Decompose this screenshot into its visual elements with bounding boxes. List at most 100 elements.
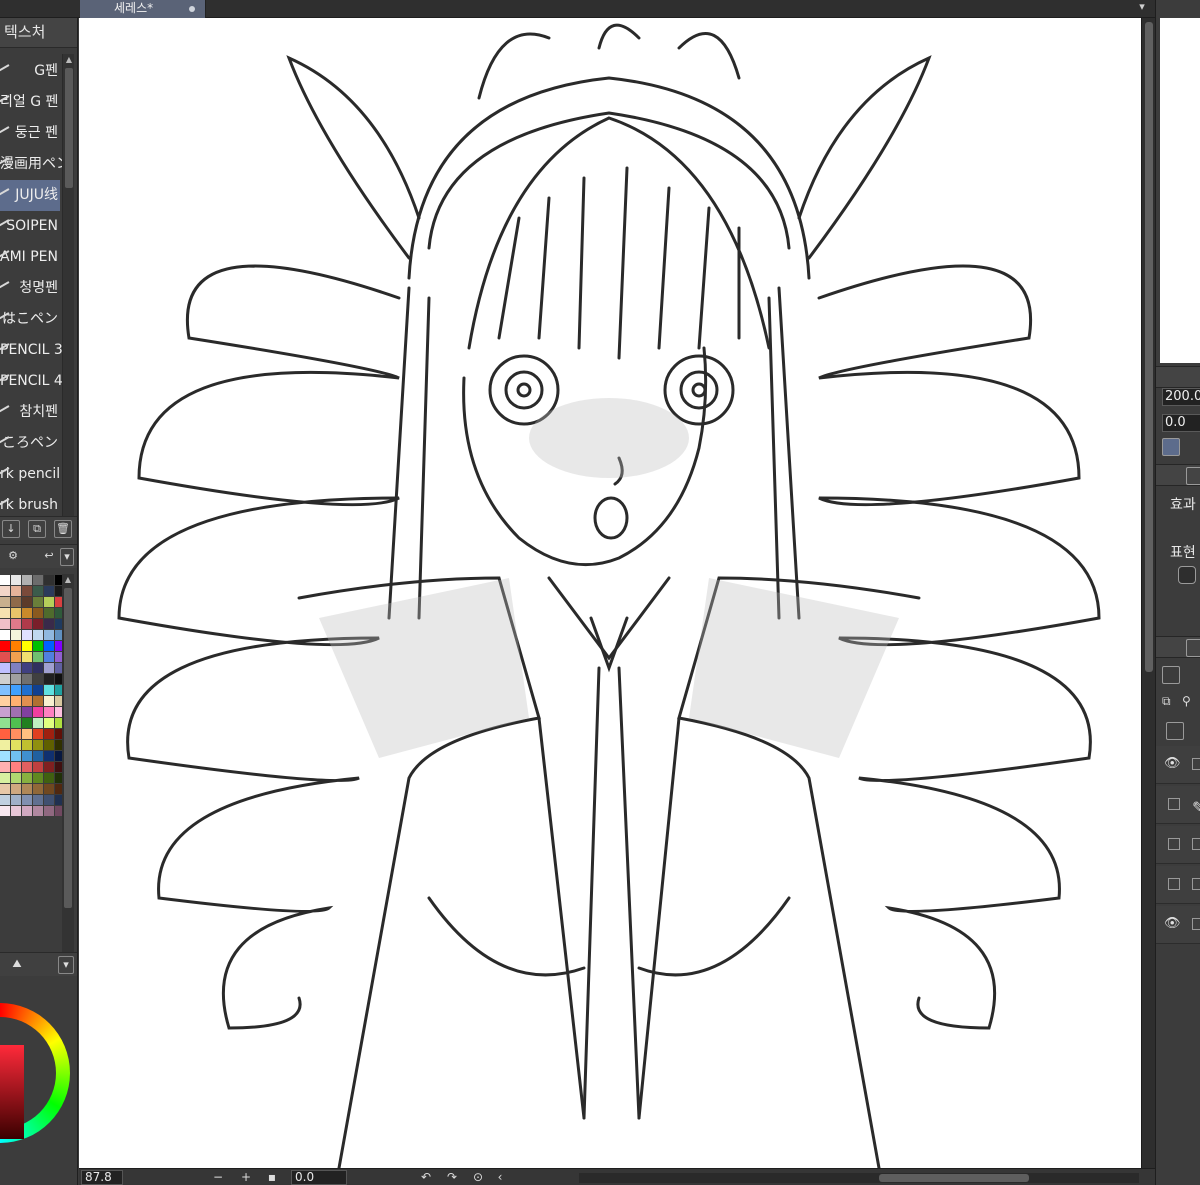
scrollbar-thumb[interactable] [65, 68, 73, 188]
eyedropper-icon[interactable] [1162, 438, 1180, 456]
palette-swatch[interactable] [44, 575, 54, 585]
brush-item[interactable]: PENCIL 3 [0, 335, 63, 366]
palette-swatch[interactable] [0, 652, 10, 662]
eye-icon[interactable]: 👁 [1164, 916, 1181, 932]
navigator-preview[interactable] [1160, 18, 1200, 363]
rotate-right-icon[interactable]: ↷ [445, 1169, 459, 1185]
palette-swatch[interactable] [11, 619, 21, 629]
palette-swatch[interactable] [33, 597, 43, 607]
brush-item[interactable]: 참치펜 [0, 397, 60, 428]
palette-swatch[interactable] [55, 696, 62, 706]
palette-swatch[interactable] [0, 784, 10, 794]
palette-swatch[interactable] [11, 795, 21, 805]
palette-swatch[interactable] [44, 630, 54, 640]
palette-swatch[interactable] [44, 674, 54, 684]
palette-swatch[interactable] [0, 751, 10, 761]
palette-swatch[interactable] [0, 707, 10, 717]
palette-swatch[interactable] [44, 718, 54, 728]
palette-swatch[interactable] [33, 707, 43, 717]
palette-swatch[interactable] [55, 630, 62, 640]
brush-item[interactable]: rk pencil [0, 459, 60, 490]
zoom-out-button[interactable]: − [211, 1169, 225, 1185]
palette-swatch[interactable] [11, 707, 21, 717]
palette-swatch[interactable] [44, 608, 54, 618]
palette-swatch[interactable] [33, 652, 43, 662]
layer-visibility-checkbox[interactable] [1168, 878, 1180, 890]
eyedropper-icon[interactable]: ↩ [40, 548, 58, 566]
palette-swatch[interactable] [55, 663, 62, 673]
scroll-left-icon[interactable]: ‹ [493, 1169, 507, 1185]
palette-swatch[interactable] [11, 652, 21, 662]
palette-swatch[interactable] [0, 773, 10, 783]
palette-swatch[interactable] [55, 575, 62, 585]
palette-swatch[interactable] [22, 674, 32, 684]
palette-swatch[interactable] [0, 729, 10, 739]
delete-subtool-icon[interactable]: 🗑 [54, 520, 72, 538]
palette-swatch[interactable] [11, 608, 21, 618]
palette-swatch[interactable] [0, 619, 10, 629]
palette-swatch[interactable] [22, 696, 32, 706]
palette-swatch[interactable] [44, 696, 54, 706]
palette-swatch[interactable] [0, 762, 10, 772]
palette-swatch[interactable] [44, 652, 54, 662]
palette-swatch[interactable] [55, 795, 62, 805]
new-layer-icon[interactable] [1166, 722, 1184, 740]
palette-swatch[interactable] [22, 762, 32, 772]
palette-swatch[interactable] [44, 729, 54, 739]
expression-color-button[interactable] [1178, 566, 1196, 584]
brush-size-field[interactable]: 200.0 [1162, 388, 1200, 406]
palette-swatch[interactable] [22, 608, 32, 618]
rotate-left-icon[interactable]: ↶ [419, 1169, 433, 1185]
color-palette[interactable] [0, 574, 62, 954]
palette-swatch[interactable] [55, 773, 62, 783]
palette-swatch[interactable] [11, 751, 21, 761]
palette-swatch[interactable] [11, 641, 21, 651]
palette-swatch[interactable] [11, 806, 21, 816]
palette-swatch[interactable] [22, 641, 32, 651]
palette-swatch[interactable] [0, 641, 10, 651]
scrollbar-thumb[interactable] [1145, 22, 1153, 672]
canvas-vertical-scrollbar[interactable] [1141, 18, 1155, 1168]
layers-icon[interactable] [1186, 467, 1200, 485]
palette-scrollbar[interactable]: ▲ [62, 574, 74, 954]
lock-layer-icon[interactable]: ⚲ [1182, 694, 1200, 712]
palette-swatch[interactable] [55, 641, 62, 651]
palette-swatch[interactable] [33, 762, 43, 772]
saturation-value-square[interactable] [0, 1045, 24, 1139]
canvas-horizontal-scrollbar[interactable] [579, 1173, 1139, 1183]
palette-swatch[interactable] [11, 718, 21, 728]
scrollbar-thumb[interactable] [879, 1174, 1029, 1182]
layers-icon[interactable] [1186, 639, 1200, 657]
palette-menu-icon[interactable]: ▾ [60, 548, 74, 566]
palette-swatch[interactable] [44, 806, 54, 816]
palette-swatch[interactable] [33, 806, 43, 816]
layer-checkbox[interactable] [1192, 918, 1200, 930]
brush-item[interactable]: ころペン [0, 428, 60, 459]
pencil-icon[interactable]: ✎ [1192, 798, 1200, 817]
palette-swatch[interactable] [33, 729, 43, 739]
palette-swatch[interactable] [55, 806, 62, 816]
palette-swatch[interactable] [33, 630, 43, 640]
brush-item[interactable]: PENCIL 4 [0, 366, 63, 397]
brush-item[interactable]: JUJU线 [0, 180, 60, 211]
palette-swatch[interactable] [0, 608, 10, 618]
palette-swatch[interactable] [0, 597, 10, 607]
palette-swatch[interactable] [55, 729, 62, 739]
mountain-icon[interactable]: ⛰ [8, 956, 26, 974]
document-tab[interactable]: 세레스* [80, 0, 206, 18]
palette-swatch[interactable] [22, 619, 32, 629]
palette-swatch[interactable] [22, 663, 32, 673]
palette-swatch[interactable] [33, 718, 43, 728]
palette-swatch[interactable] [22, 795, 32, 805]
palette-swatch[interactable] [22, 707, 32, 717]
palette-swatch[interactable] [0, 718, 10, 728]
palette-swatch[interactable] [44, 795, 54, 805]
palette-swatch[interactable] [11, 597, 21, 607]
palette-swatch[interactable] [33, 685, 43, 695]
duplicate-subtool-icon[interactable]: ⧉ [28, 520, 46, 538]
palette-swatch[interactable] [22, 751, 32, 761]
palette-swatch[interactable] [33, 608, 43, 618]
palette-swatch[interactable] [0, 575, 10, 585]
palette-swatch[interactable] [33, 696, 43, 706]
palette-swatch[interactable] [33, 619, 43, 629]
